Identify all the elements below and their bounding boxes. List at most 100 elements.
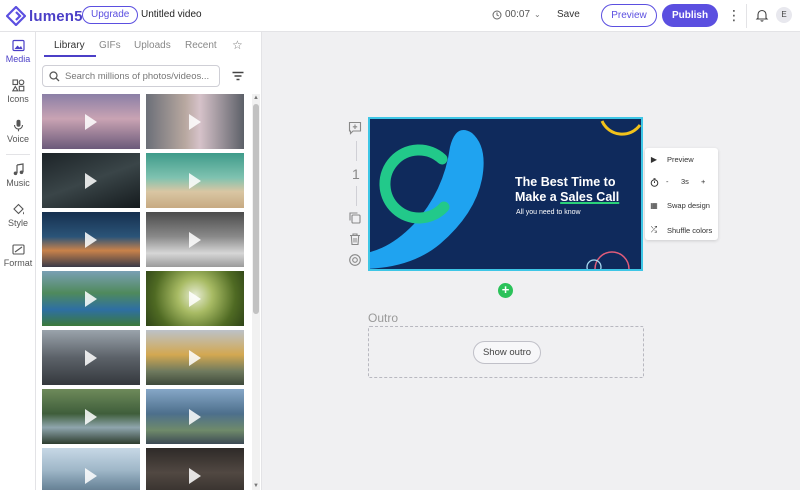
rail-item-style[interactable]: Style: [0, 203, 36, 228]
swap-design-label: Swap design: [667, 201, 710, 210]
divider: [746, 4, 747, 28]
preview-button[interactable]: Preview: [601, 4, 657, 27]
media-grid: [42, 94, 248, 490]
chevron-down-icon: ⌄: [534, 10, 541, 19]
play-icon: [85, 350, 97, 366]
scene-duration-control: - 3s +: [649, 177, 715, 189]
rail-item-label: Music: [6, 178, 30, 188]
logo[interactable]: lumen5: [6, 6, 83, 26]
paint-bucket-icon: [12, 203, 24, 215]
lumen5-logo-icon: [6, 6, 26, 26]
media-scrollbar[interactable]: ▲ ▼: [252, 94, 260, 490]
avatar[interactable]: E: [776, 7, 792, 23]
media-thumbnail[interactable]: [42, 448, 140, 490]
play-icon: [189, 173, 201, 189]
tab-uploads[interactable]: Uploads: [134, 40, 171, 51]
slide-title[interactable]: The Best Time to Make a Sales Call: [515, 175, 641, 205]
show-outro-button[interactable]: Show outro: [473, 341, 541, 364]
timer-icon: [650, 178, 659, 187]
add-text-icon[interactable]: [348, 121, 362, 135]
outro-placeholder: Show outro: [368, 326, 644, 378]
trash-icon[interactable]: [348, 232, 362, 246]
publish-button[interactable]: Publish: [662, 4, 718, 27]
play-icon: [189, 350, 201, 366]
rail-item-label: Style: [7, 218, 28, 228]
rail-item-voice[interactable]: Voice: [0, 119, 36, 144]
duration-value: 00:07: [505, 9, 531, 20]
scene-connector: [356, 186, 357, 206]
media-thumbnail[interactable]: [42, 271, 140, 326]
duration-decrease-button[interactable]: -: [666, 177, 669, 186]
media-thumbnail[interactable]: [42, 212, 140, 267]
media-thumbnail[interactable]: [146, 330, 244, 385]
rail-item-music[interactable]: Music: [0, 163, 36, 188]
rail-item-icons[interactable]: Icons: [0, 79, 36, 104]
play-icon: [85, 468, 97, 484]
rail-item-label: Media: [5, 54, 31, 64]
scene-menu: ▶ Preview - 3s + ▦ Swap design ⤮ Shuffle…: [645, 148, 718, 240]
top-bar: lumen5 Upgrade Untitled video 00:07 ⌄ Sa…: [0, 0, 800, 32]
media-thumbnail[interactable]: [146, 212, 244, 267]
save-button[interactable]: Save: [557, 9, 580, 20]
play-icon: [85, 232, 97, 248]
media-thumbnail[interactable]: [146, 448, 244, 490]
tab-gifs[interactable]: GIFs: [99, 40, 121, 51]
scene-preview-label: Preview: [667, 155, 694, 164]
media-thumbnail[interactable]: [146, 153, 244, 208]
slide-title-highlight: Sales Call: [560, 190, 620, 204]
duration-dropdown[interactable]: 00:07 ⌄: [492, 9, 541, 20]
scroll-up-icon[interactable]: ▲: [252, 94, 260, 102]
media-thumbnail[interactable]: [146, 389, 244, 444]
slide-subtitle[interactable]: All you need to know: [516, 209, 581, 216]
upgrade-button[interactable]: Upgrade: [82, 6, 139, 24]
rail-item-format[interactable]: Format: [0, 243, 36, 268]
play-icon: [85, 173, 97, 189]
scroll-down-icon[interactable]: ▼: [252, 482, 260, 490]
search-input[interactable]: [65, 69, 215, 84]
music-note-icon: [13, 163, 24, 176]
add-scene-button[interactable]: +: [498, 283, 513, 298]
logo-text: lumen5: [29, 7, 83, 25]
favorites-star-icon[interactable]: ☆: [232, 38, 243, 52]
search-box: [42, 65, 220, 87]
slide-title-line2a: Make a: [515, 190, 561, 204]
scene-slide[interactable]: The Best Time to Make a Sales Call All y…: [368, 117, 643, 271]
scene-connector: [356, 141, 357, 161]
shapes-icon: [11, 79, 24, 92]
media-thumbnail[interactable]: [146, 94, 244, 149]
play-icon: [189, 114, 201, 130]
scene-settings-icon[interactable]: [348, 253, 362, 267]
play-icon: [189, 409, 201, 425]
layout-grid-icon: ▦: [650, 201, 658, 210]
rail-divider: [6, 154, 30, 155]
more-options-icon[interactable]: ⋮: [727, 8, 741, 24]
outro-label: Outro: [368, 311, 399, 325]
video-title[interactable]: Untitled video: [141, 9, 202, 20]
media-thumbnail[interactable]: [42, 330, 140, 385]
shuffle-icon: ⤮: [650, 225, 658, 234]
media-thumbnail[interactable]: [42, 94, 140, 149]
media-thumbnail[interactable]: [42, 153, 140, 208]
duration-value: 3s: [681, 177, 689, 186]
aspect-ratio-icon: [11, 244, 25, 255]
media-thumbnail[interactable]: [146, 271, 244, 326]
scroll-thumb[interactable]: [253, 104, 259, 314]
play-icon: [189, 291, 201, 307]
left-rail: Media Icons Voice Music Style Format: [0, 32, 36, 490]
media-tabs: Library GIFs Uploads Recent ☆: [36, 32, 262, 58]
clock-icon: [492, 10, 502, 19]
scene-preview-item[interactable]: ▶ Preview: [649, 155, 694, 164]
duplicate-icon[interactable]: [348, 211, 362, 225]
tab-library[interactable]: Library: [54, 40, 85, 51]
media-thumbnail[interactable]: [42, 389, 140, 444]
play-icon: [189, 232, 201, 248]
duration-increase-button[interactable]: +: [701, 177, 705, 186]
filter-icon[interactable]: [231, 69, 245, 83]
swap-design-item[interactable]: ▦ Swap design: [649, 201, 710, 210]
tab-recent[interactable]: Recent: [185, 40, 217, 51]
play-icon: [85, 291, 97, 307]
bell-icon[interactable]: [755, 8, 769, 22]
shuffle-colors-item[interactable]: ⤮ Shuffle colors: [649, 225, 713, 235]
rail-item-label: Voice: [6, 134, 30, 144]
rail-item-media[interactable]: Media: [0, 39, 36, 64]
